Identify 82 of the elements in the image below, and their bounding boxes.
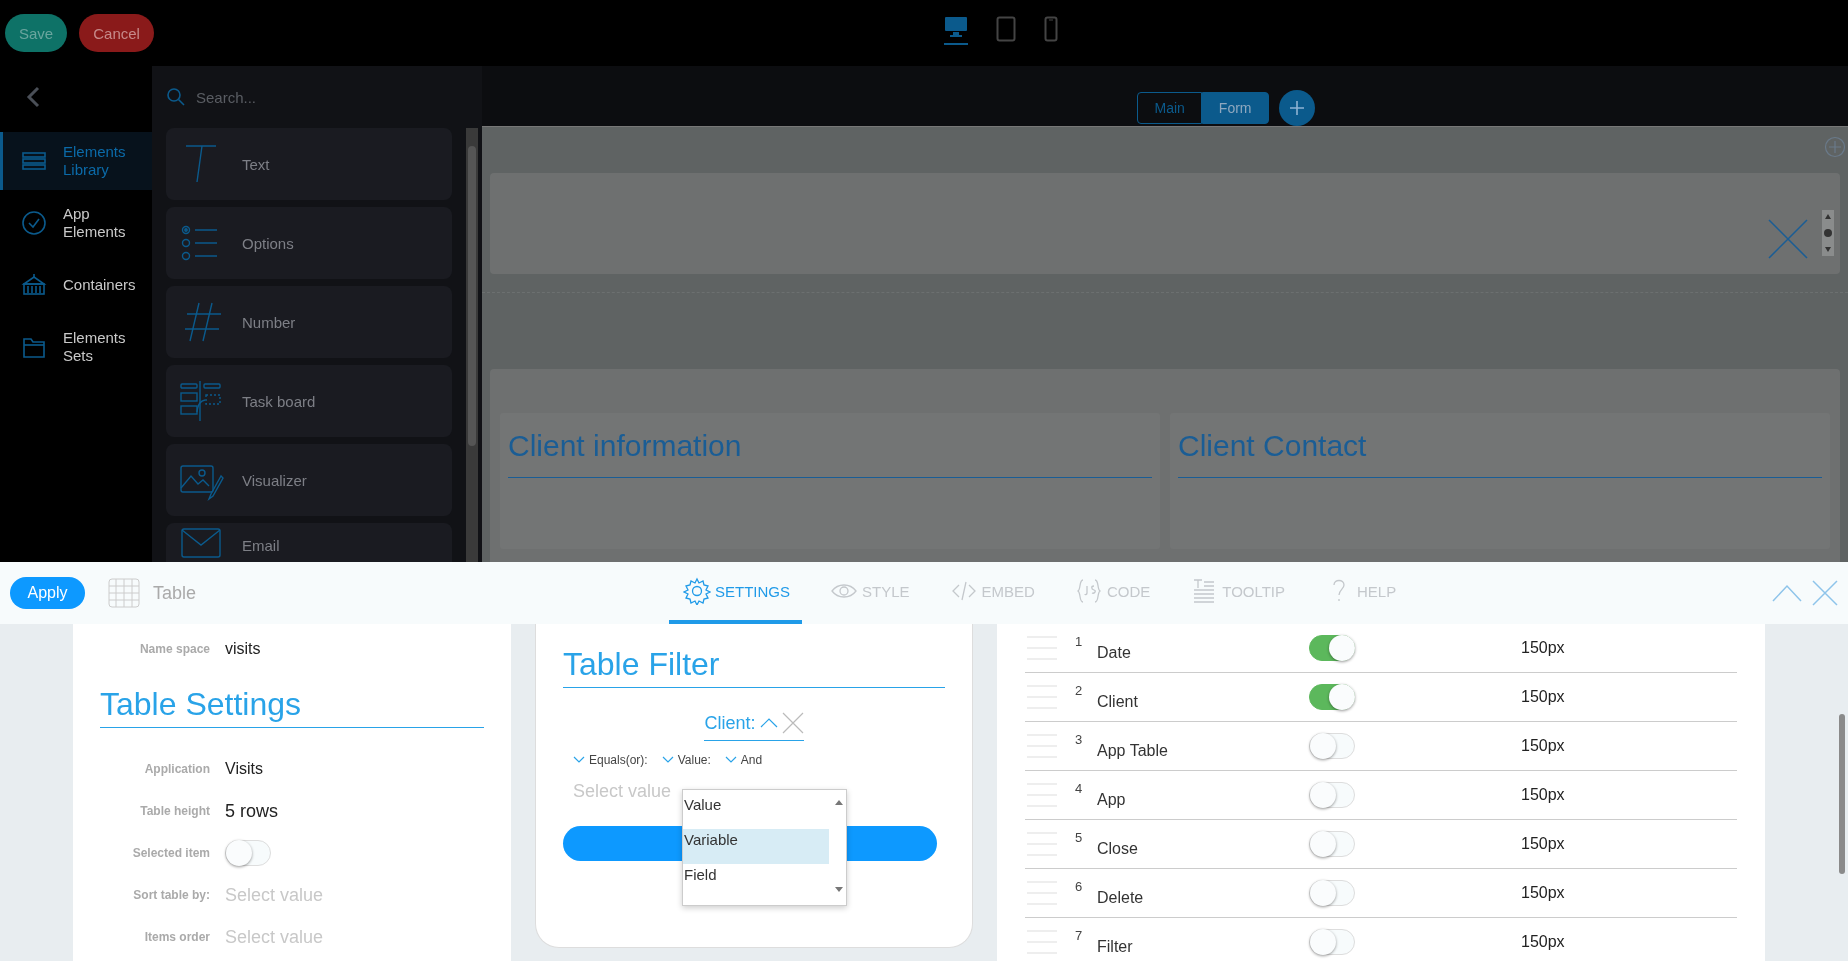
column-width[interactable]: 150px [1521, 639, 1565, 657]
filter-field-name[interactable]: Client: [704, 712, 756, 734]
row-number: 5 [1075, 830, 1084, 845]
row-number: 1 [1075, 634, 1084, 649]
check-circle-icon [21, 210, 47, 236]
row-number: 2 [1075, 683, 1084, 698]
view-tab[interactable]: Main [1137, 92, 1202, 124]
library-item[interactable]: Number [166, 286, 452, 358]
close-icon[interactable] [1768, 219, 1808, 259]
scroll-arrows-icon[interactable] [834, 798, 844, 894]
condition-dropdown[interactable]: Equals(or): [573, 753, 648, 767]
close-icon[interactable] [1812, 580, 1838, 606]
column-name: Client [1097, 693, 1139, 711]
gear-icon [683, 577, 711, 605]
toolbar-button[interactable]: Cancel [79, 14, 154, 52]
element-name: Table [153, 582, 197, 604]
desktop-icon[interactable] [944, 16, 968, 45]
nav-item[interactable]: Elements Library [0, 132, 152, 190]
row-number: 7 [1075, 928, 1084, 943]
column-name: Delete [1097, 889, 1145, 907]
column-name: Close [1097, 840, 1139, 858]
collapse-icon[interactable] [1772, 584, 1802, 602]
nav-item[interactable]: Containers [0, 256, 152, 314]
scrollbar[interactable] [466, 128, 478, 562]
section-title: Table Filter [563, 646, 945, 688]
row-number: 3 [1075, 732, 1084, 747]
table-icon [108, 578, 140, 608]
dropdown-option[interactable]: Variable [683, 829, 829, 864]
field-label: Application [143, 762, 210, 776]
search-field[interactable]: Search... [194, 87, 398, 107]
view-tab[interactable]: Form [1201, 92, 1269, 124]
search-icon [166, 87, 186, 107]
add-icon[interactable] [1824, 136, 1846, 158]
chevron-down-icon [724, 756, 737, 764]
kanban-icon [178, 379, 224, 423]
field-value[interactable]: Visits [225, 760, 263, 778]
condition-dropdown[interactable]: And [724, 753, 763, 767]
library-item[interactable]: Email [166, 523, 452, 562]
envelope-icon [178, 527, 224, 559]
nav-item[interactable]: Elements Sets [0, 318, 152, 376]
column-name: App Table [1097, 742, 1169, 760]
section-title: Table Settings [100, 686, 484, 728]
row-number: 4 [1075, 781, 1084, 796]
row-number: 6 [1075, 879, 1084, 894]
chevron-down-icon [661, 756, 674, 764]
field-label: Table height [139, 804, 210, 818]
column-width[interactable]: 150px [1521, 884, 1565, 902]
close-icon[interactable] [781, 712, 804, 734]
library-item[interactable]: Options [166, 207, 452, 279]
dropdown-option[interactable]: Field [683, 864, 829, 899]
apply-button[interactable]: Apply [10, 577, 85, 609]
toggle-switch[interactable] [1309, 684, 1355, 710]
chevron-down-icon [573, 756, 585, 764]
column-name: Filter [1097, 938, 1134, 956]
field-value[interactable]: 5 rows [225, 800, 278, 822]
field-label: Name space [138, 642, 210, 656]
field-label: Selected item [131, 846, 210, 860]
field-label: Sort table by: [132, 888, 210, 902]
section-title: Client information [508, 429, 1152, 478]
column-width[interactable]: 150px [1521, 737, 1565, 755]
library-item[interactable]: Task board [166, 365, 452, 437]
section-title: Client Contact [1178, 429, 1822, 478]
library-item[interactable]: Text [166, 128, 452, 200]
column-width[interactable]: 150px [1521, 835, 1565, 853]
column-width[interactable]: 150px [1521, 933, 1565, 951]
add-button[interactable] [1278, 90, 1315, 126]
collapse-icon[interactable] [759, 718, 778, 728]
condition-dropdown[interactable]: Value: [661, 753, 711, 767]
column-width[interactable]: 150px [1521, 688, 1565, 706]
basket-icon [21, 272, 47, 298]
scroll-arrows-icon[interactable] [1822, 210, 1834, 256]
dropdown-option[interactable]: Value [683, 794, 829, 829]
plus-icon [1288, 100, 1305, 116]
nav-item[interactable]: App Elements [0, 194, 152, 252]
field-value[interactable]: visits [225, 640, 261, 658]
column-width[interactable]: 150px [1521, 786, 1565, 804]
library-item[interactable]: Visualizer [166, 444, 452, 516]
field-label: Items order [143, 930, 210, 944]
back-icon[interactable] [26, 86, 40, 108]
toggle-switch[interactable] [1309, 635, 1355, 661]
column-name: Date [1097, 644, 1132, 662]
column-name: App [1097, 791, 1127, 809]
